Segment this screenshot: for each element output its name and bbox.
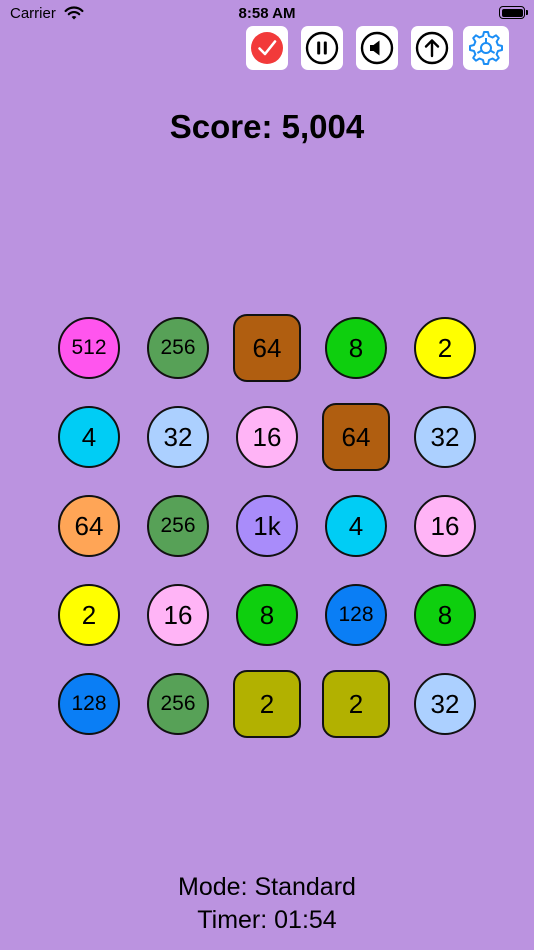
status-time: 8:58 AM: [238, 5, 296, 22]
battery-icon: [499, 6, 528, 19]
pause-button[interactable]: [301, 26, 343, 70]
pause-icon: [305, 31, 339, 65]
tile[interactable]: 4: [325, 495, 387, 557]
tile[interactable]: 64: [58, 495, 120, 557]
sound-icon: [360, 31, 394, 65]
tile[interactable]: 128: [58, 673, 120, 735]
tile[interactable]: 256: [147, 317, 209, 379]
tile[interactable]: 16: [147, 584, 209, 646]
check-icon: [251, 32, 283, 64]
tile[interactable]: 16: [414, 495, 476, 557]
tile[interactable]: 8: [325, 317, 387, 379]
tile[interactable]: 256: [147, 495, 209, 557]
gear-icon: [469, 31, 503, 65]
tile[interactable]: 2: [58, 584, 120, 646]
check-button[interactable]: [246, 26, 288, 70]
tile[interactable]: 4: [58, 406, 120, 468]
settings-button[interactable]: [463, 26, 509, 70]
tile[interactable]: 2: [414, 317, 476, 379]
tile[interactable]: 128: [325, 584, 387, 646]
tile[interactable]: 2: [233, 670, 301, 738]
tile[interactable]: 32: [414, 673, 476, 735]
tile[interactable]: 1k: [236, 495, 298, 557]
up-arrow-button[interactable]: [411, 26, 453, 70]
tile[interactable]: 8: [236, 584, 298, 646]
tile[interactable]: 64: [322, 403, 390, 471]
tile[interactable]: 8: [414, 584, 476, 646]
tile[interactable]: 256: [147, 673, 209, 735]
mode-label: Mode: Standard: [178, 873, 356, 901]
tile[interactable]: 512: [58, 317, 120, 379]
up-arrow-icon: [415, 31, 449, 65]
sound-button[interactable]: [356, 26, 398, 70]
score-label: Score: 5,004: [169, 108, 365, 145]
timer-label: Timer: 01:54: [197, 906, 337, 934]
tile[interactable]: 32: [414, 406, 476, 468]
tile[interactable]: 2: [322, 670, 390, 738]
tile[interactable]: 32: [147, 406, 209, 468]
status-bar: Carrier 8:58 AM: [0, 0, 534, 28]
tile[interactable]: 16: [236, 406, 298, 468]
tile[interactable]: 64: [233, 314, 301, 382]
